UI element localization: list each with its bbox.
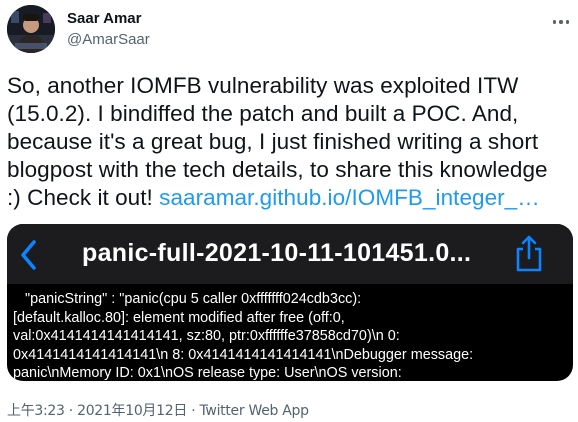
panic-line: val:0x4141414141414141, sz:80, ptr:0xfff… [13,328,400,344]
tweet-line: So, another IOMFB vulnerability was expl… [7,73,519,98]
tweet-text: So, another IOMFB vulnerability was expl… [7,72,573,212]
tweet-line: because it's a great bug, I just finishe… [7,129,539,154]
panic-log-text: "panicString" : "panic(cpu 5 caller 0xff… [13,290,569,381]
tweet-timestamp[interactable]: 上午3:23 · 2021年10月12日 · Twitter Web App [7,400,309,420]
tweet-line: blogpost with the tech details, to share… [7,157,548,182]
more-horizontal-icon-dot [559,20,563,24]
blog-link[interactable]: saaramar.github.io/IOMFB_integer_… [159,185,540,210]
tweet-line-text: :) Check it out! [7,185,160,210]
tweet-line: :) Check it out! saaramar.github.io/IOMF… [7,184,573,212]
tweet: Saar Amar @AmarSaar So, another IOMFB vu… [0,0,578,422]
avatar[interactable] [7,5,55,53]
media-image[interactable]: panic-full-2021-10-11-101451.0... "panic… [7,224,573,381]
more-options-button[interactable] [550,12,572,32]
panic-line: 0x4141414141414141\n 8: 0x41414141414141… [13,346,474,363]
avatar-image [7,5,55,53]
tweet-line: (15.0.2). I bindiffed the patch and buil… [7,101,519,126]
panic-line: [default.kalloc.80]: element modified af… [13,309,345,326]
panic-line: "panicString" : "panic(cpu 5 caller 0xff… [25,291,362,307]
chevron-left-icon [21,240,36,270]
share-icon [516,235,542,272]
more-horizontal-icon-dot [565,20,570,24]
file-title: panic-full-2021-10-11-101451.0... [82,239,472,267]
media-file-header: panic-full-2021-10-11-101451.0... [7,224,573,284]
author-handle[interactable]: @AmarSaar [67,31,150,48]
author-name[interactable]: Saar Amar [67,10,142,27]
panic-line: panic\nMemory ID: 0x1\nOS release type: … [13,365,402,381]
more-horizontal-icon [552,20,557,24]
